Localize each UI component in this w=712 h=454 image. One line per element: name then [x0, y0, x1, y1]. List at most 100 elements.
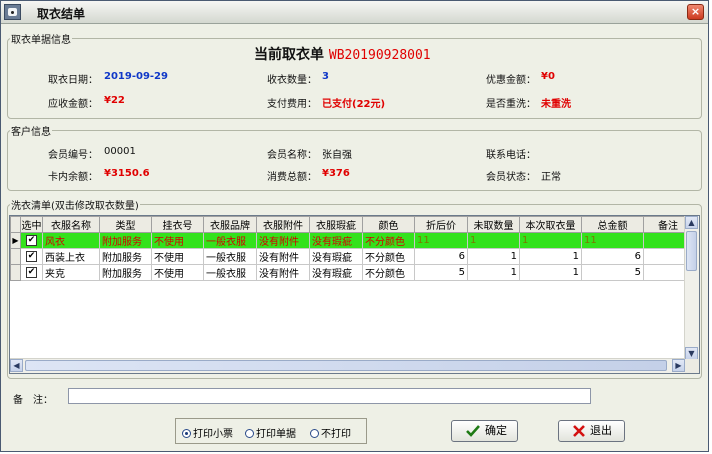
receivable-value: ¥22 [104, 95, 125, 106]
table-cell[interactable]: 没有瑕疵 [309, 248, 363, 265]
horizontal-scrollbar[interactable]: ◀ ▶ [10, 358, 685, 373]
column-header[interactable]: 衣服附件 [256, 216, 310, 233]
table-cell[interactable]: 11 [581, 232, 644, 249]
table-cell[interactable]: 没有瑕疵 [309, 264, 363, 281]
table-cell[interactable]: 没有瑕疵 [309, 232, 363, 249]
close-button[interactable]: × [687, 4, 704, 20]
table-cell[interactable]: 1 [467, 232, 520, 249]
table-row[interactable]: ▶ ✔ 风衣 附加服务 不使用 一般衣服 没有附件 没有瑕疵 不分颜色 11 1… [10, 232, 693, 249]
payment-label: 支付费用： [267, 99, 317, 110]
column-header[interactable]: 类型 [99, 216, 152, 233]
receivable-label: 应收金额： [48, 99, 98, 110]
customer-info-group: 客户信息 [7, 123, 702, 191]
confirm-label: 确定 [485, 424, 507, 437]
scroll-left-icon[interactable]: ◀ [10, 359, 23, 372]
vertical-scrollbar[interactable]: ▲ ▼ [684, 216, 699, 360]
table-cell[interactable]: 附加服务 [99, 248, 152, 265]
table-cell[interactable]: 不分颜色 [362, 248, 415, 265]
table-cell[interactable]: 不分颜色 [362, 264, 415, 281]
wash-list-legend: 洗衣清单(双击修改取衣数量) [11, 201, 139, 212]
column-header[interactable]: 总金额 [581, 216, 644, 233]
member-status-value: 正常 [541, 172, 561, 183]
window-title: 取衣结单 [37, 7, 86, 21]
print-document-label: 打印单据 [256, 429, 296, 440]
remark-input[interactable] [68, 388, 591, 404]
column-header[interactable]: 衣服品牌 [203, 216, 257, 233]
remark-label: 备 注： [13, 395, 53, 406]
title-bar[interactable]: 取衣结单 × [1, 1, 708, 24]
table-cell[interactable]: 6 [581, 248, 644, 265]
confirm-button[interactable]: 确定 [451, 420, 518, 442]
member-no-value: 00001 [104, 146, 136, 157]
wash-list-table: 选中 衣服名称 类型 挂衣号 衣服品牌 衣服附件 衣服瑕疵 颜色 折后价 未取数… [10, 216, 693, 281]
row-checkbox[interactable]: ✔ [20, 264, 43, 281]
wash-list-grid[interactable]: 选中 衣服名称 类型 挂衣号 衣服品牌 衣服附件 衣服瑕疵 颜色 折后价 未取数… [9, 215, 700, 374]
scroll-right-icon[interactable]: ▶ [672, 359, 685, 372]
table-cell[interactable]: 夹克 [42, 264, 100, 281]
current-row-indicator-icon: ▶ [10, 232, 21, 249]
discount-label: 优惠金额： [486, 75, 536, 86]
pickup-date-value: 2019-09-29 [104, 71, 168, 82]
table-cell[interactable]: 西装上衣 [42, 248, 100, 265]
column-header[interactable]: 选中 [20, 216, 43, 233]
table-cell[interactable]: 一般衣服 [203, 232, 257, 249]
table-cell[interactable]: 6 [414, 248, 468, 265]
vertical-scroll-thumb[interactable] [686, 231, 697, 271]
table-cell[interactable]: 11 [414, 232, 468, 249]
rewash-value: 未重洗 [541, 99, 571, 110]
table-cell[interactable]: 1 [467, 248, 520, 265]
column-header[interactable]: 衣服瑕疵 [309, 216, 363, 233]
column-header[interactable]: 折后价 [414, 216, 468, 233]
table-cell[interactable]: 1 [519, 232, 582, 249]
table-cell[interactable]: 没有附件 [256, 264, 310, 281]
table-cell[interactable]: 没有附件 [256, 248, 310, 265]
column-header[interactable]: 未取数量 [467, 216, 520, 233]
row-checkbox[interactable]: ✔ [20, 248, 43, 265]
close-x-icon [573, 425, 585, 437]
table-cell[interactable]: 一般衣服 [203, 264, 257, 281]
table-cell[interactable]: 风衣 [42, 232, 100, 249]
table-cell[interactable]: 不使用 [151, 264, 204, 281]
table-cell[interactable]: 5 [414, 264, 468, 281]
row-indicator [10, 264, 21, 281]
row-checkbox[interactable]: ✔ [20, 232, 43, 249]
member-name-label: 会员名称： [267, 150, 317, 161]
scrollbar-corner [685, 359, 699, 373]
table-cell[interactable]: 不使用 [151, 248, 204, 265]
column-header[interactable]: 衣服名称 [42, 216, 100, 233]
column-header[interactable]: 本次取衣量 [519, 216, 582, 233]
table-cell[interactable]: 没有附件 [256, 232, 310, 249]
table-cell[interactable]: 不分颜色 [362, 232, 415, 249]
member-status-label: 会员状态： [486, 172, 536, 183]
total-spent-value: ¥376 [322, 168, 350, 179]
scroll-up-icon[interactable]: ▲ [685, 216, 698, 229]
discount-value: ¥0 [541, 71, 555, 82]
table-cell[interactable]: 不使用 [151, 232, 204, 249]
checkmark-icon: ✔ [26, 234, 37, 246]
checkmark-icon: ✔ [26, 266, 37, 278]
table-header-row: 选中 衣服名称 类型 挂衣号 衣服品牌 衣服附件 衣服瑕疵 颜色 折后价 未取数… [10, 216, 693, 233]
no-print-label: 不打印 [321, 429, 351, 440]
no-print-radio[interactable]: 不打印 [310, 425, 351, 440]
order-info-legend: 取衣单据信息 [11, 35, 71, 46]
table-cell[interactable]: 1 [519, 248, 582, 265]
table-cell[interactable]: 附加服务 [99, 232, 152, 249]
app-icon [4, 4, 21, 20]
table-cell[interactable]: 附加服务 [99, 264, 152, 281]
table-cell[interactable]: 一般衣服 [203, 248, 257, 265]
total-spent-label: 消费总额： [267, 172, 317, 183]
pickup-qty-value: 3 [322, 71, 329, 82]
pickup-date-label: 取衣日期： [48, 75, 98, 86]
column-header[interactable]: 颜色 [362, 216, 415, 233]
exit-button[interactable]: 退出 [558, 420, 625, 442]
table-row[interactable]: ✔ 夹克 附加服务 不使用 一般衣服 没有附件 没有瑕疵 不分颜色 5 1 1 … [10, 264, 693, 281]
table-cell[interactable]: 1 [467, 264, 520, 281]
table-cell[interactable]: 1 [519, 264, 582, 281]
column-header[interactable]: 挂衣号 [151, 216, 204, 233]
checkmark-icon [466, 425, 480, 437]
table-cell[interactable]: 5 [581, 264, 644, 281]
horizontal-scroll-thumb[interactable] [25, 360, 667, 371]
print-receipt-radio[interactable]: 打印小票 [182, 425, 233, 440]
print-document-radio[interactable]: 打印单据 [245, 425, 296, 440]
table-row[interactable]: ✔ 西装上衣 附加服务 不使用 一般衣服 没有附件 没有瑕疵 不分颜色 6 1 … [10, 248, 693, 265]
